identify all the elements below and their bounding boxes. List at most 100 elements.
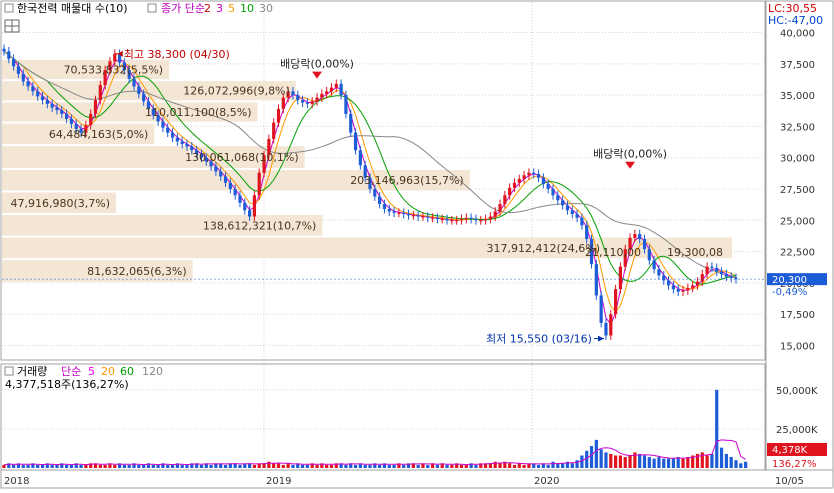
volume-bar	[79, 464, 83, 468]
candle-body	[233, 189, 237, 196]
candle-body	[416, 215, 420, 217]
volume-bar	[368, 464, 372, 468]
volume-bar	[575, 460, 579, 468]
volume-bar	[166, 464, 170, 468]
candle-body	[300, 100, 305, 103]
candle-body	[378, 196, 382, 205]
candle-body	[387, 209, 391, 212]
volume-bar	[127, 464, 131, 468]
x-axis-panel	[0, 469, 834, 489]
candle-body	[402, 212, 406, 215]
volume-bar	[710, 453, 714, 468]
candle-body	[142, 93, 146, 102]
volume-bar	[642, 455, 647, 468]
volume-bar	[666, 458, 671, 468]
candle-body	[724, 274, 728, 277]
candle-body	[185, 143, 189, 147]
ma-period-3: 3	[216, 2, 223, 15]
chart-window: 70,533,832(5,5%) 126,072,996(9,8%) 110,011…	[0, 0, 834, 489]
candle-body	[503, 195, 507, 205]
candle-body	[710, 266, 714, 268]
candle-body	[50, 103, 54, 108]
volume-bar	[378, 464, 382, 468]
volume-bar	[387, 464, 391, 468]
volume-profile-label: 47,916,980(3,7%)	[11, 197, 111, 210]
volume-bar	[700, 452, 704, 468]
volume-bar	[657, 457, 661, 468]
volume-bar	[450, 464, 454, 468]
volume-tick-label: 50,000K	[776, 386, 818, 397]
candle-body	[214, 166, 218, 172]
candle-body	[411, 215, 415, 217]
volume-bar	[609, 453, 613, 468]
volume-bar	[180, 464, 184, 468]
candle-body	[65, 113, 69, 119]
candle-body	[137, 86, 141, 94]
candle-body	[459, 219, 464, 221]
candle-body	[686, 287, 690, 291]
volume-ma-label: 단순	[61, 365, 81, 378]
candle-body	[291, 91, 295, 96]
candle-body	[257, 172, 261, 196]
ex-dividend-label: 배당락(0,00%)	[593, 148, 667, 161]
candle-body	[113, 53, 117, 62]
panel-menu-icon[interactable]	[4, 3, 14, 13]
ma-menu-icon[interactable]	[147, 3, 157, 13]
volume-bar	[570, 463, 574, 468]
volume-bar	[522, 464, 526, 468]
volume-bar	[546, 464, 550, 468]
volume-bar	[113, 464, 117, 468]
ma-period-10: 10	[240, 2, 254, 15]
volume-bar	[65, 464, 69, 468]
volume-bar	[281, 464, 285, 468]
volume-bar	[623, 457, 627, 468]
candle-body	[479, 220, 483, 222]
candle-body	[320, 93, 324, 98]
volume-bar	[618, 455, 623, 468]
candle-body	[618, 266, 623, 290]
volume-bar	[329, 464, 334, 468]
volume-bar	[21, 464, 25, 468]
volume-bar	[719, 447, 724, 468]
candle-body	[406, 214, 411, 216]
candle-body	[252, 195, 257, 217]
volume-bar	[185, 464, 189, 468]
volume-ma-120: 120	[142, 365, 163, 378]
candle-body	[508, 187, 512, 196]
candle-body	[532, 172, 536, 174]
volume-bar	[614, 455, 618, 468]
volume-profile-label: 317,912,412(24,6%)	[486, 242, 600, 255]
volume-bar	[638, 453, 642, 468]
candle-body	[339, 83, 343, 96]
volume-bar	[508, 463, 512, 468]
ma-period-30: 30	[259, 2, 273, 15]
volume-bar	[681, 458, 685, 468]
candle-body	[272, 122, 276, 139]
candle-body	[517, 178, 521, 183]
candle-body	[527, 172, 531, 176]
volume-bar	[493, 461, 497, 468]
candle-body	[16, 66, 21, 74]
current-change-text: -0,49%	[772, 287, 807, 298]
candle-body	[426, 216, 430, 218]
volume-profile-label: 126,072,996(9,8%)	[183, 85, 290, 98]
candle-body	[55, 107, 59, 111]
x-tick-label: 2018	[4, 476, 29, 487]
candle-body	[329, 87, 334, 92]
volume-bar	[300, 464, 305, 468]
volume-menu-icon[interactable]	[4, 366, 14, 376]
volume-bar	[739, 463, 743, 468]
overlay-label: 19,300,08	[667, 246, 723, 259]
candle-body	[700, 274, 704, 282]
candle-body	[166, 127, 170, 133]
candle-body	[93, 100, 98, 114]
candle-body	[666, 280, 671, 286]
candle-body	[642, 239, 647, 250]
volume-bar	[589, 446, 594, 468]
volume-bar	[729, 457, 733, 468]
ma-period-2: 2	[204, 2, 211, 15]
volume-bar	[363, 464, 367, 468]
candle-body	[238, 195, 242, 203]
candle-body	[647, 249, 651, 261]
volume-bar	[98, 464, 102, 468]
